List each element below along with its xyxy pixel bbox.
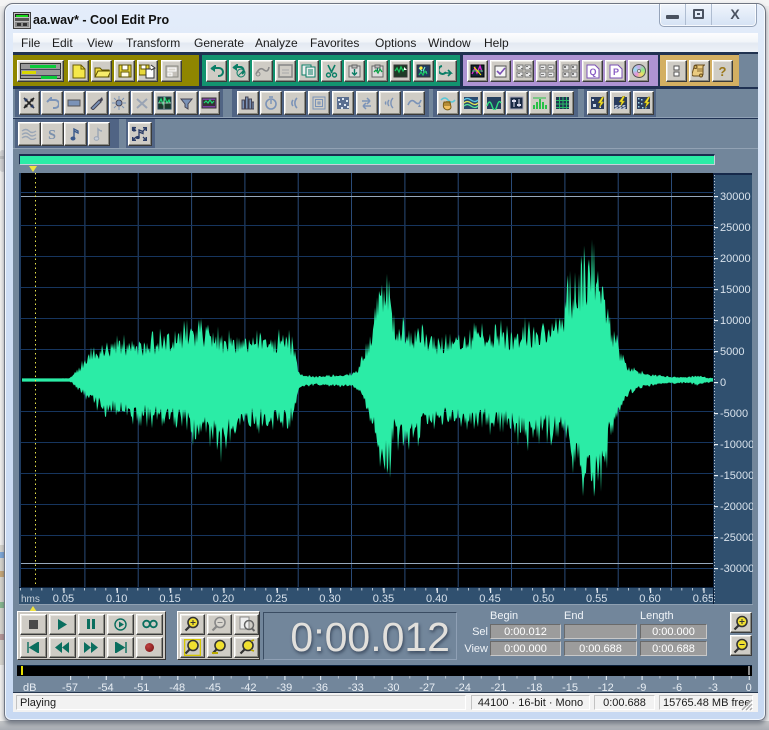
- svg-text:-20000: -20000: [720, 501, 753, 513]
- svg-text:-5000: -5000: [720, 408, 748, 420]
- svg-text:P: P: [612, 67, 618, 77]
- svg-text:sss: sss: [614, 104, 626, 110]
- svg-text:5000: 5000: [720, 346, 744, 358]
- svg-text:Q: Q: [589, 67, 596, 77]
- svg-text:15000: 15000: [720, 284, 751, 296]
- svg-text:20000: 20000: [720, 253, 751, 265]
- svg-text:0: 0: [720, 377, 726, 389]
- svg-text:30000: 30000: [720, 191, 751, 203]
- svg-text:S: S: [48, 128, 56, 141]
- svg-text:-30000: -30000: [720, 563, 753, 575]
- svg-text:10000: 10000: [720, 315, 751, 327]
- svg-text:-15000: -15000: [720, 470, 753, 482]
- svg-text:25000: 25000: [720, 222, 751, 234]
- svg-text:-25000: -25000: [720, 532, 753, 544]
- svg-text:-10000: -10000: [720, 439, 753, 451]
